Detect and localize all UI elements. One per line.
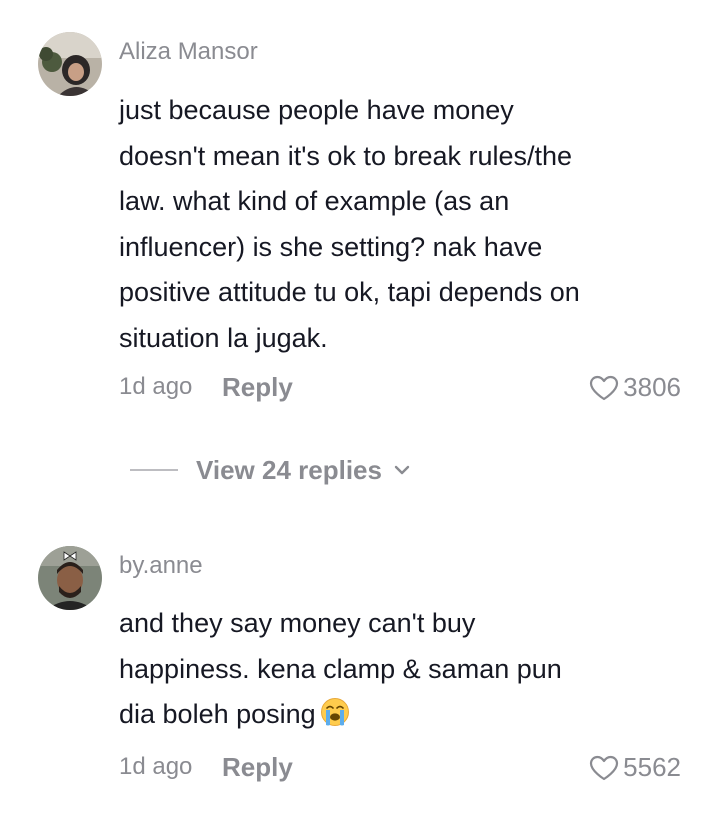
comment-text-line: situation la jugak. <box>119 322 328 353</box>
avatar[interactable] <box>38 546 102 610</box>
comment-text-line: positive attitude tu ok, tapi depends on <box>119 277 580 307</box>
comment-username[interactable]: Aliza Mansor <box>119 38 258 66</box>
comment-text-line: just because people have money <box>119 95 514 125</box>
comment-text-line: happiness. kena clamp & saman pun <box>119 653 562 684</box>
heart-outline-icon <box>590 375 619 400</box>
like-count: 3806 <box>623 372 681 402</box>
comment-item: Aliza Mansor just because people have mo… <box>0 0 724 485</box>
replies-divider <box>130 469 178 471</box>
comment-text-line: and they say money can't buy <box>119 608 476 638</box>
comment-text: and they say money can't buy happiness. … <box>119 601 699 738</box>
comment-item: by.anne and they say money can't buy hap… <box>0 520 724 820</box>
like-button[interactable]: 3806 <box>589 372 681 403</box>
comment-meta: 1d ago Reply 3806 <box>119 370 681 406</box>
avatar-photo <box>38 546 102 610</box>
comment-text-line: law. what kind of example (as an <box>119 186 510 216</box>
comment-username[interactable]: by.anne <box>119 552 203 580</box>
like-count: 5562 <box>623 752 681 782</box>
comment-timestamp: 1d ago <box>119 373 193 400</box>
heart-outline-icon <box>590 755 619 780</box>
view-replies-button[interactable]: View 24 replies <box>130 453 410 487</box>
avatar[interactable] <box>38 32 102 96</box>
comment-meta: 1d ago Reply 5562 <box>119 750 681 786</box>
comment-text-line: influencer) is she setting? nak have <box>119 231 543 262</box>
comment-text-line: dia boleh posing <box>119 692 699 738</box>
chevron-down-icon <box>394 465 410 475</box>
avatar-photo <box>38 32 102 96</box>
like-button[interactable]: 5562 <box>589 752 681 783</box>
comment-timestamp: 1d ago <box>119 753 193 780</box>
reply-button[interactable]: Reply <box>222 752 293 783</box>
view-replies-label: View 24 replies <box>196 454 382 485</box>
loudly-crying-face-emoji <box>320 698 349 726</box>
reply-button[interactable]: Reply <box>222 372 293 403</box>
comment-text: just because people have money doesn't m… <box>119 88 699 361</box>
comment-text-line: doesn't mean it's ok to break rules/the <box>119 140 573 171</box>
comment-text-fragment: dia boleh posing <box>119 699 316 729</box>
